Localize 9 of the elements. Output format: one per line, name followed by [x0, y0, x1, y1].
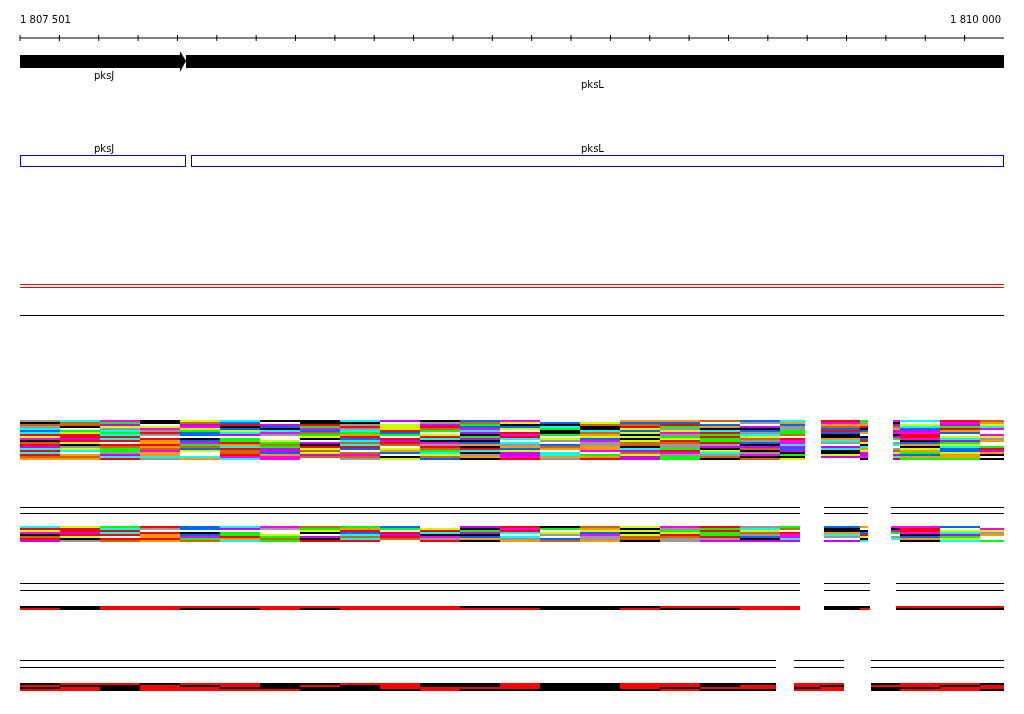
feature-box[interactable] — [20, 155, 186, 167]
coordinate-label: 1 810 000 — [950, 14, 1001, 25]
coordinate-label: 1 807 501 — [20, 14, 71, 25]
gene-arrow[interactable] — [20, 51, 186, 72]
gene-label: pksJ — [94, 70, 115, 81]
gene-label: pksL — [581, 79, 604, 90]
feature-label: pksL — [581, 143, 604, 154]
feature-label: pksJ — [94, 143, 115, 154]
feature-box[interactable] — [191, 155, 1004, 167]
